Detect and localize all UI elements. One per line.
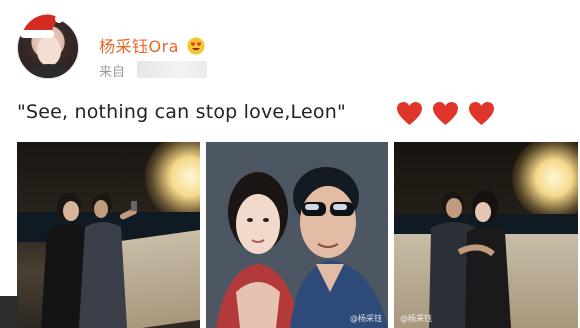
- hearts-row: [397, 102, 500, 126]
- post-photo-2[interactable]: @杨采钰: [206, 142, 388, 328]
- source-prefix: 来自: [99, 65, 126, 80]
- post-photo-1[interactable]: [17, 142, 200, 328]
- heart-icon: [433, 102, 459, 125]
- hugging-figures: [429, 190, 511, 328]
- heart-icon: [469, 102, 495, 125]
- post-source: 来自: [99, 61, 125, 80]
- heart-eyes-emoji-icon: [187, 37, 205, 55]
- post-photo-3[interactable]: @杨采钰: [394, 142, 578, 328]
- santa-hat-icon: [20, 14, 63, 38]
- corner-overlay: [0, 296, 18, 328]
- selfie-figures: [206, 142, 388, 328]
- username[interactable]: 杨采钰Ora: [99, 33, 205, 57]
- source-redacted: [137, 61, 207, 78]
- couple-figures: [41, 193, 137, 328]
- weibo-post: 杨采钰Ora 来自 "See, nothing can stop love,Le…: [0, 0, 580, 328]
- username-text[interactable]: 杨采钰Ora: [99, 37, 179, 56]
- heart-icon: [397, 102, 422, 125]
- post-text: "See, nothing can stop love,Leon": [17, 101, 346, 123]
- photo-watermark: @杨采钰: [400, 314, 432, 323]
- avatar-shoulders: [24, 64, 74, 78]
- photo-watermark: @杨采钰: [350, 314, 382, 323]
- lamp-light: [145, 142, 200, 222]
